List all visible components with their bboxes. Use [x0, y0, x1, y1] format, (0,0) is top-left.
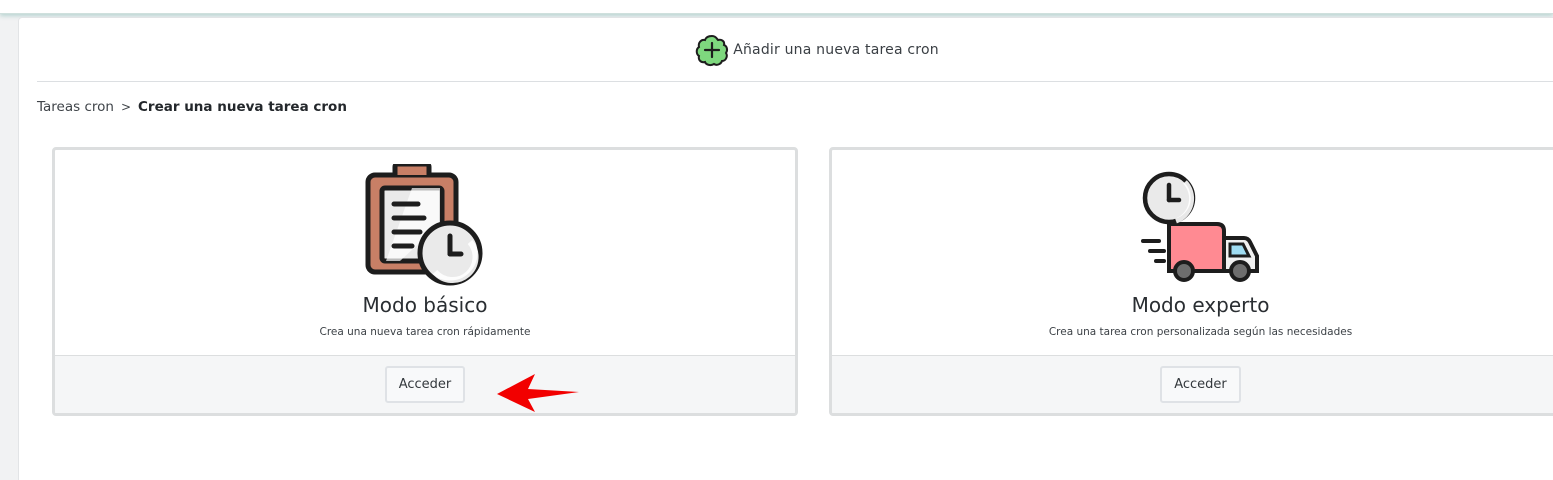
breadcrumb-parent[interactable]: Tareas cron: [37, 99, 114, 115]
basic-mode-description: Crea una nueva tarea cron rápidamente: [319, 326, 531, 338]
expert-access-button[interactable]: Acceder: [1160, 366, 1241, 403]
basic-card-footer: Acceder: [55, 355, 795, 413]
page-title: Añadir una nueva tarea cron: [733, 41, 939, 58]
breadcrumb-separator: >: [120, 100, 131, 114]
expert-card-body: Modo experto Crea una tarea cron persona…: [832, 150, 1553, 355]
basic-mode-title: Modo básico: [362, 293, 488, 317]
panel-header: Añadir una nueva tarea cron: [37, 18, 1553, 82]
annotation-arrow-icon: [497, 374, 579, 412]
breadcrumb-current: Crear una nueva tarea cron: [138, 99, 347, 115]
basic-access-button[interactable]: Acceder: [384, 366, 466, 403]
basic-card-body: Modo básico Crea una nueva tarea cron rá…: [55, 150, 795, 355]
expert-card-footer: Acceder: [832, 355, 1553, 413]
breadcrumb: Tareas cron > Crear una nueva tarea cron: [37, 99, 347, 115]
add-icon[interactable]: [695, 33, 729, 67]
main-panel: Añadir una nueva tarea cron Tareas cron …: [18, 17, 1553, 480]
expert-mode-card: Modo experto Crea una tarea cron persona…: [829, 147, 1553, 416]
basic-mode-card: Modo básico Crea una nueva tarea cron rá…: [52, 147, 798, 416]
expert-mode-description: Crea una tarea cron personalizada según …: [1048, 326, 1353, 338]
delivery-truck-clock-icon: [1141, 171, 1259, 282]
top-strip: [0, 0, 1553, 14]
expert-mode-title: Modo experto: [1131, 293, 1270, 317]
clipboard-clock-icon: [365, 164, 483, 286]
